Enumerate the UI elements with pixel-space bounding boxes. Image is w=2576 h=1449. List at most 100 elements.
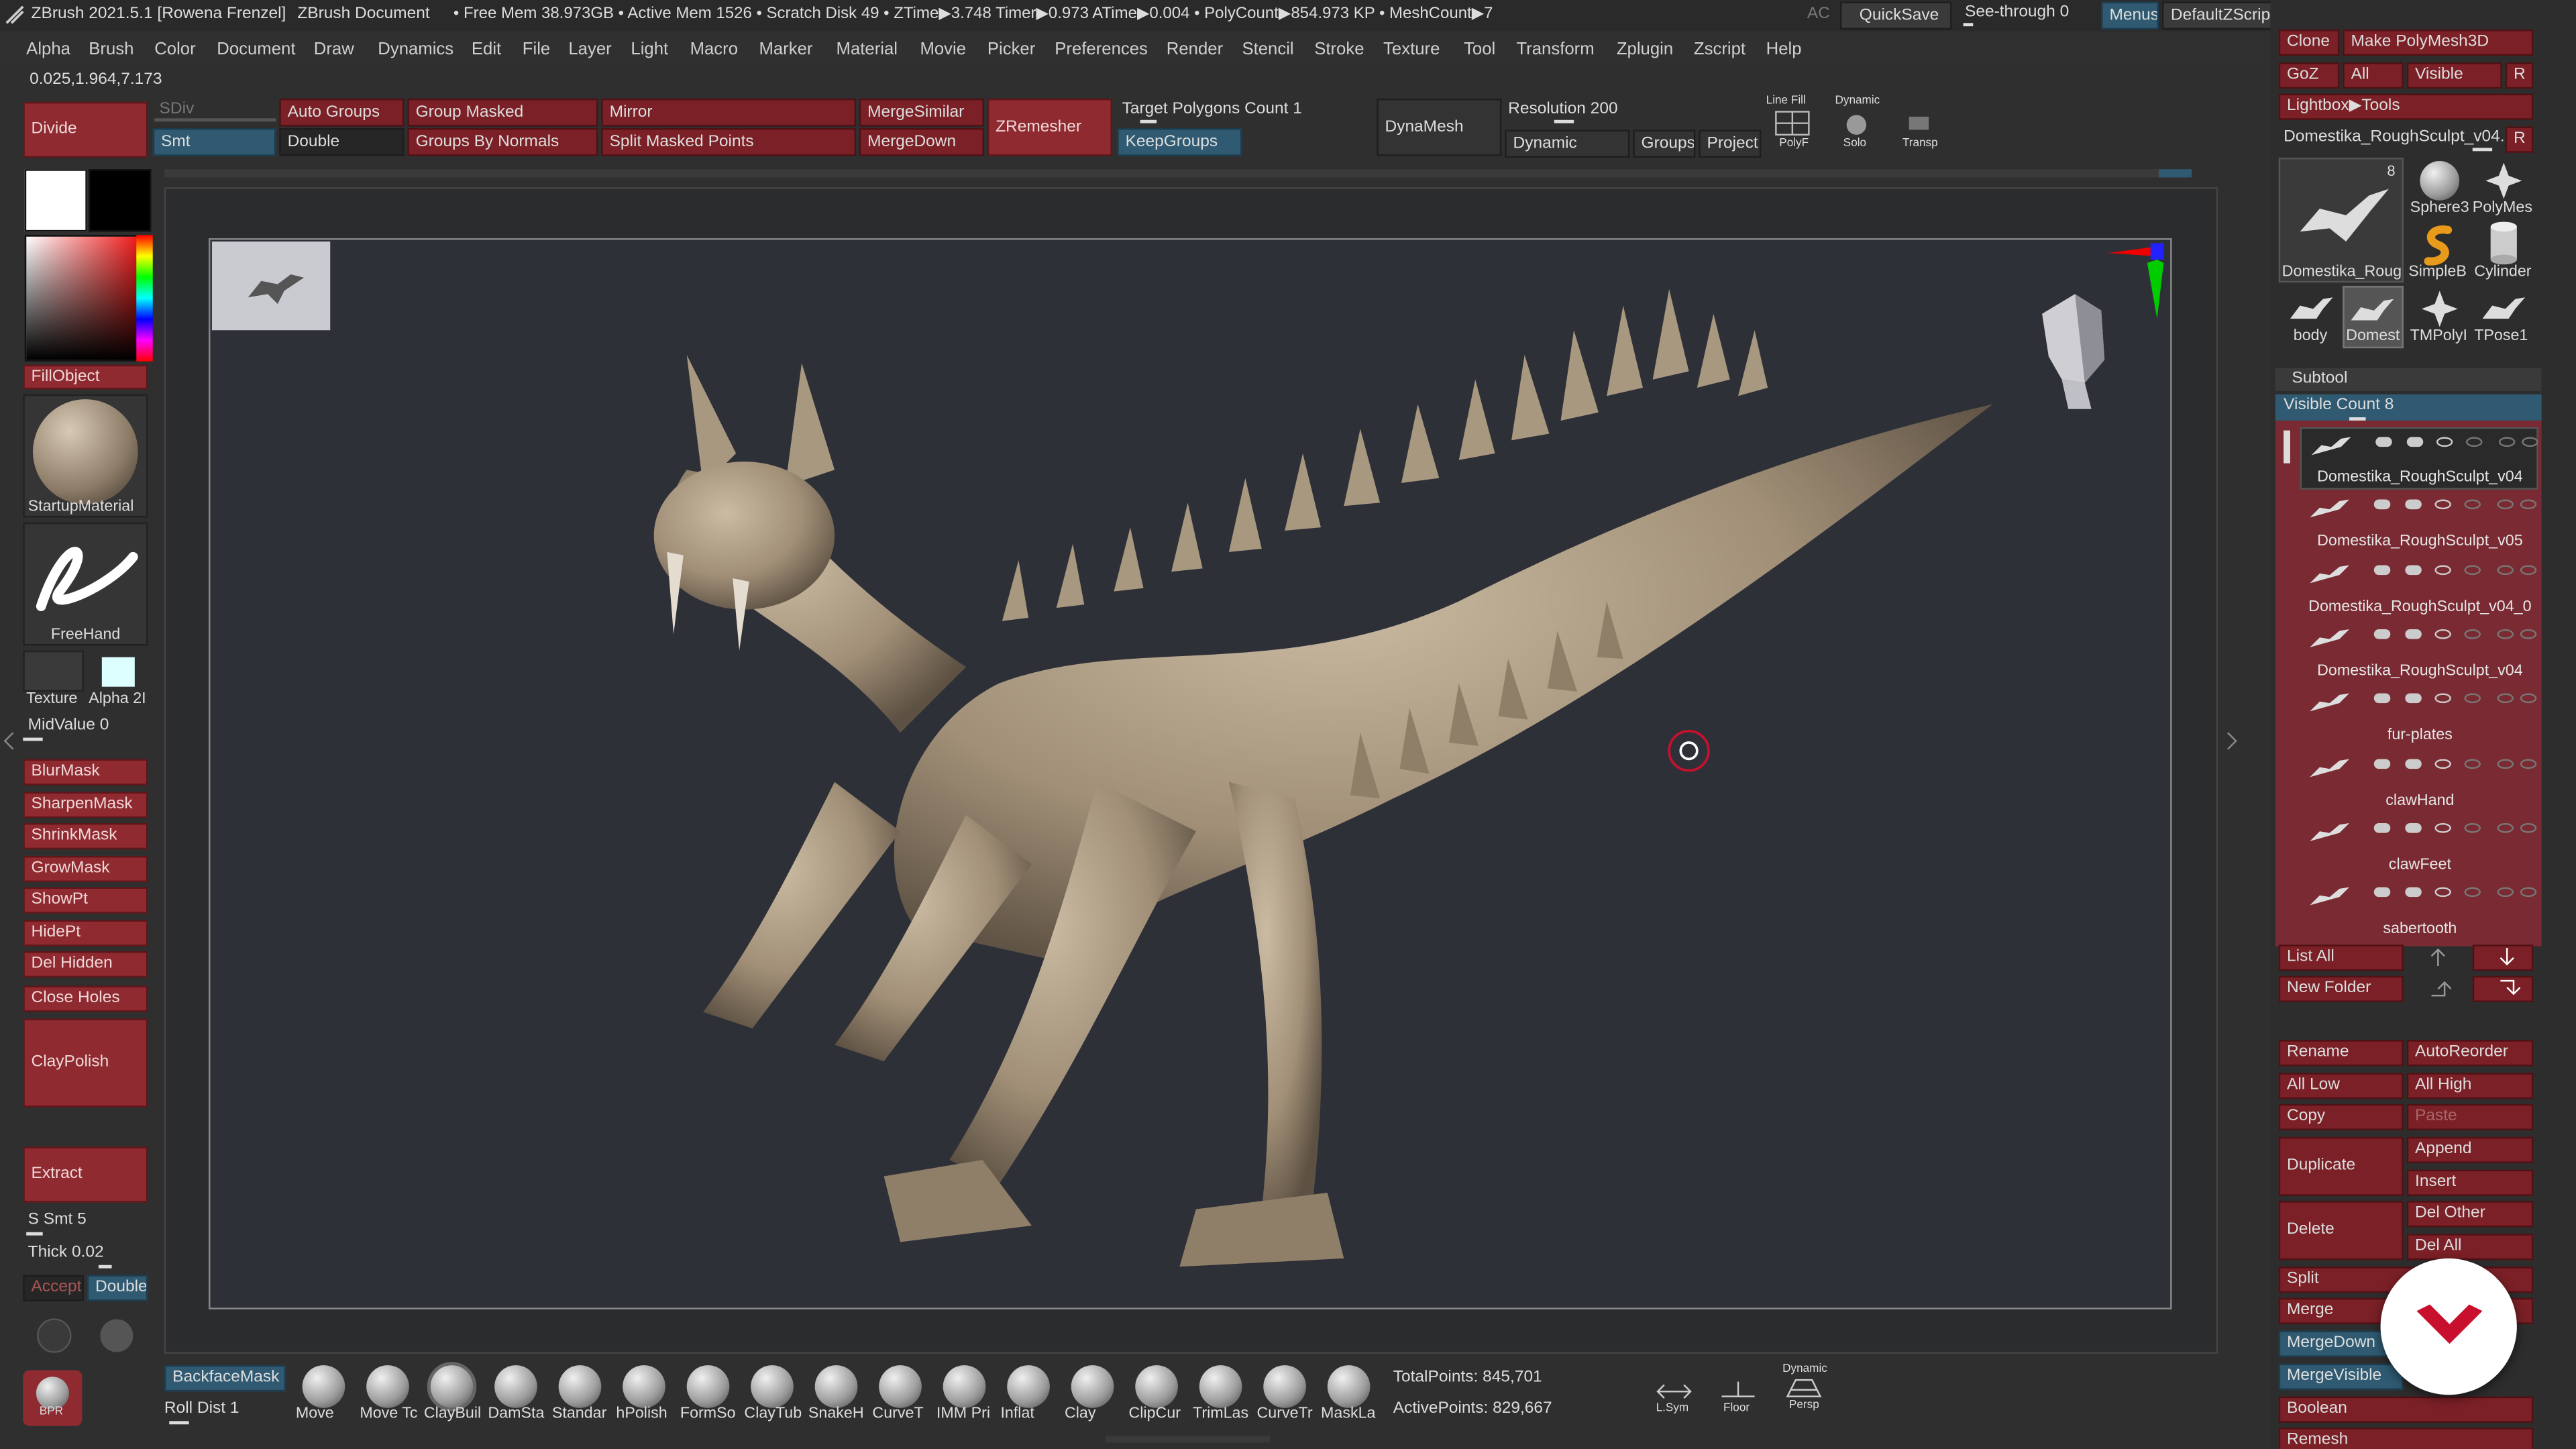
tool-circle-icon[interactable] [33,1314,76,1357]
visibility-eye-icon[interactable] [2520,629,2537,639]
thick-slider[interactable]: Thick 0.02 [28,1244,104,1262]
keepgroups-button[interactable]: KeepGroups [1117,128,1242,156]
subtool-toggle[interactable] [2405,564,2422,575]
accept-button[interactable]: Accept [23,1275,84,1301]
all-high-button[interactable]: All High [2406,1073,2534,1099]
hidept-button[interactable]: HidePt [23,920,148,947]
menu-movie[interactable]: Movie [920,40,966,59]
brush-claytub-icon[interactable] [751,1365,794,1408]
menu-marker[interactable]: Marker [759,40,812,59]
menu-help[interactable]: Help [1766,40,1802,59]
simplebrush-icon[interactable] [2422,223,2458,266]
groups-button[interactable]: Groups [1633,129,1696,158]
subtool-toggle[interactable] [2436,437,2453,447]
subtool-toggle[interactable] [2434,822,2451,833]
tool-sphere-icon[interactable] [95,1314,138,1357]
claypolish-button[interactable]: ClayPolish [23,1018,148,1108]
body-thumb-icon[interactable] [2284,289,2339,329]
alpha-thumbnail[interactable] [101,657,135,687]
subtool-toggle[interactable] [2373,500,2391,510]
resolution-slider[interactable]: Resolution 200 [1508,100,1617,118]
menu-brush[interactable]: Brush [89,40,133,59]
menu-dynamics[interactable]: Dynamics [378,40,453,59]
rolldist-slider[interactable]: Roll Dist 1 [164,1400,239,1418]
top-scroll-track[interactable] [164,169,2192,178]
goz-button[interactable]: GoZ [2278,62,2340,89]
folder-down-button[interactable] [2472,975,2534,1002]
subtool-toggle[interactable] [2464,564,2481,575]
subtool-toggle[interactable] [2434,887,2451,898]
brush-snakeh-icon[interactable] [814,1365,858,1408]
target-polygons-slider[interactable]: Target Polygons Count 1 [1122,100,1302,118]
defaultzscript-button[interactable]: DefaultZScript [2161,1,2277,30]
subtool-toggle[interactable] [2373,693,2391,704]
menu-stencil[interactable]: Stencil [1242,40,1293,59]
right-panel-toggle-icon[interactable] [2224,731,2238,751]
shrinkmask-button[interactable]: ShrinkMask [23,822,148,850]
subtool-toggle[interactable] [2497,500,2514,510]
brush-imm-pri-icon[interactable] [943,1365,986,1408]
bpr-button[interactable]: BPR [23,1370,83,1426]
visibility-eye-icon[interactable] [2520,564,2537,575]
axis-gizmo-icon[interactable] [2092,240,2165,322]
brush-hpolish-icon[interactable] [623,1365,665,1408]
visibility-eye-icon[interactable] [2522,437,2538,447]
menu-stroke[interactable]: Stroke [1314,40,1364,59]
solo-icon[interactable] [1837,109,1876,142]
insert-button[interactable]: Insert [2406,1169,2534,1196]
subtool-toggle[interactable] [2405,758,2422,768]
brush-formso-icon[interactable] [686,1365,730,1408]
visible-count-slider[interactable]: Visible Count 8 [2275,394,2542,421]
dynamic-button[interactable]: Dynamic [1505,129,1630,158]
menu-light[interactable]: Light [631,40,668,59]
subtool-toggle[interactable] [2434,629,2451,639]
menu-document[interactable]: Document [217,40,295,59]
close-holes-button[interactable]: Close Holes [23,985,148,1012]
zremesher-button[interactable]: ZRemesher [987,98,1112,156]
backfacemask-button[interactable]: BackfaceMask [164,1365,286,1392]
seethrough-slider[interactable]: See-through 0 [1965,3,2069,21]
menu-zplugin[interactable]: Zplugin [1617,40,1673,59]
sharpenmask-button[interactable]: SharpenMask [23,792,148,818]
paste-button[interactable]: Paste [2406,1104,2534,1130]
subtool-toggle[interactable] [2434,758,2451,768]
tpose-thumb-icon[interactable] [2476,289,2532,329]
menu-edit[interactable]: Edit [472,40,501,59]
subtool-toggle[interactable] [2434,693,2451,704]
sculpt-model[interactable] [210,240,2174,1311]
visibility-eye-icon[interactable] [2520,887,2537,898]
hue-strip[interactable] [136,235,153,362]
double-button[interactable]: Double [279,128,405,156]
smt-button[interactable]: Smt [152,128,276,156]
sdiv-slider[interactable]: SDiv [160,100,195,118]
folder-up-icon[interactable] [2428,979,2452,999]
bottom-scroll[interactable] [1106,1436,1271,1443]
remesh-button[interactable]: Remesh [2278,1428,2534,1449]
left-panel-toggle-icon[interactable] [3,731,17,751]
visibility-eye-icon[interactable] [2520,500,2537,510]
subtool-toggle[interactable] [2405,629,2422,639]
menu-picker[interactable]: Picker [987,40,1035,59]
merge-down-button[interactable]: MergeDown [859,128,984,156]
subtool-toggle[interactable] [2464,693,2481,704]
subtool-toggle[interactable] [2497,887,2514,898]
goz-all-button[interactable]: All [2343,62,2404,89]
subtool-toggle[interactable] [2498,437,2516,447]
lightbox-tools-button[interactable]: Lightbox▶Tools [2278,93,2534,120]
persp-icon[interactable] [1782,1377,1825,1399]
subtool-toggle[interactable] [2497,693,2514,704]
all-low-button[interactable]: All Low [2278,1073,2404,1099]
sphere3d-thumb[interactable] [2420,161,2460,201]
brush-standar-icon[interactable] [558,1365,602,1408]
subtool-toggle[interactable] [2464,629,2481,639]
menu-zscript[interactable]: Zscript [1694,40,1746,59]
floor-icon[interactable] [1717,1377,1760,1406]
copy-button[interactable]: Copy [2278,1104,2404,1130]
del-all-button[interactable]: Del All [2406,1234,2534,1260]
midvalue-slider[interactable]: MidValue 0 [28,716,109,735]
del-other-button[interactable]: Del Other [2406,1201,2534,1228]
subtool-toggle[interactable] [2406,437,2424,447]
clone-button[interactable]: Clone [2278,30,2340,56]
menu-draw[interactable]: Draw [314,40,354,59]
subtool-toggle[interactable] [2375,437,2392,447]
